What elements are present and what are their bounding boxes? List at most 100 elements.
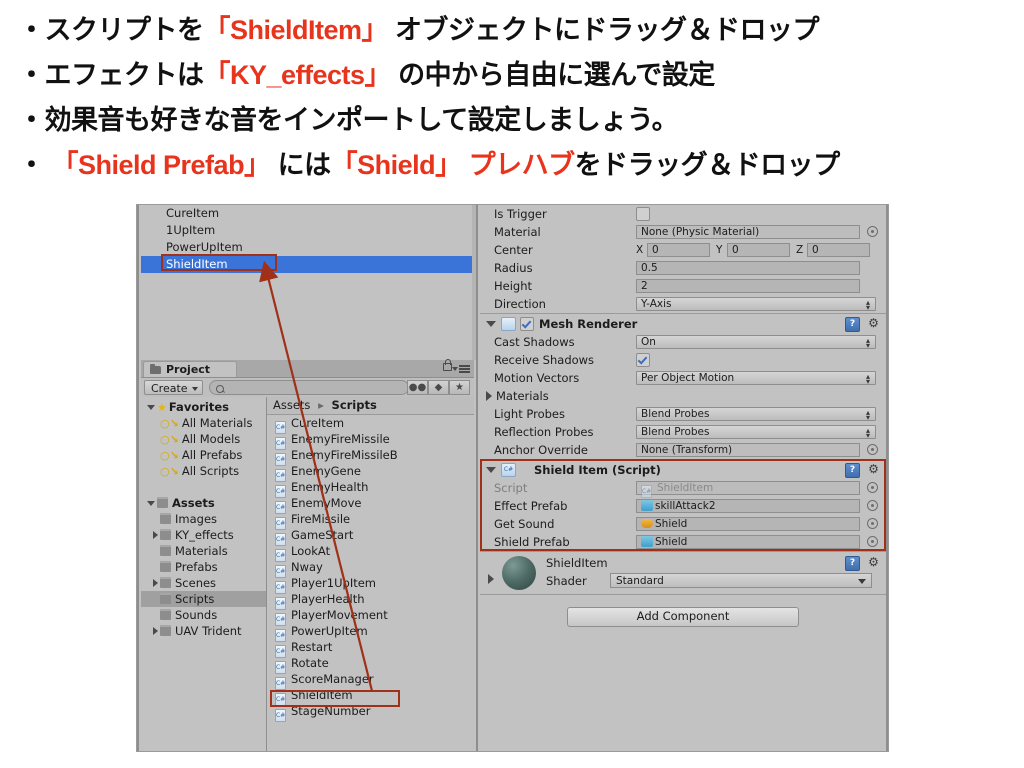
help-icon[interactable]: ? [845, 556, 860, 571]
project-folder-tree[interactable]: ★ Favorites ○↘ All Materials ○↘ All Models ○↘ A… [141, 397, 267, 751]
object-picker-icon[interactable] [867, 226, 878, 237]
vector3-z-input[interactable]: 0 [807, 243, 870, 257]
hierarchy-panel[interactable]: CureItem 1UpItem PowerUpItem ShieldItem [141, 205, 474, 360]
project-tree-item[interactable]: Materials [141, 543, 266, 559]
project-tree-label: Sounds [175, 608, 218, 622]
chevron-down-icon[interactable] [452, 367, 458, 371]
asset-list-item[interactable]: C# EnemyMove [267, 495, 474, 514]
inspector-object-field[interactable]: Shield [636, 535, 860, 549]
inspector-object-field[interactable]: None (Physic Material) [636, 225, 860, 239]
project-tree-item[interactable]: ○↘ All Scripts [141, 463, 266, 479]
mesh-renderer-icon [501, 316, 516, 331]
inspector-text-input[interactable]: 2 [636, 279, 860, 293]
asset-list-item[interactable]: C# Rotate [267, 655, 474, 674]
object-picker-icon[interactable] [867, 444, 878, 455]
asset-list-item[interactable]: C# Nway [267, 559, 474, 578]
foldout-triangle-icon[interactable] [147, 404, 155, 410]
hierarchy-item[interactable]: 1UpItem [141, 222, 474, 239]
add-component-button[interactable]: Add Component [567, 607, 799, 627]
asset-list-item[interactable]: C# CureItem [267, 415, 474, 434]
object-picker-icon[interactable] [867, 536, 878, 547]
inspector-object-field[interactable]: C# ShieldItem [636, 481, 860, 498]
filter-by-label-button[interactable]: ◆ [428, 380, 449, 395]
foldout-triangle-icon[interactable] [153, 626, 158, 635]
hamburger-menu-icon[interactable] [459, 365, 470, 373]
asset-list-item[interactable]: C# EnemyHealth [267, 479, 474, 498]
foldout-triangle-icon[interactable] [486, 391, 492, 401]
lock-icon[interactable] [443, 359, 452, 371]
asset-list-item[interactable]: C# LookAt [267, 543, 474, 562]
inspector-checkbox[interactable] [636, 207, 650, 221]
gear-icon[interactable]: ⚙ [867, 463, 880, 476]
help-icon[interactable]: ? [845, 317, 860, 332]
gear-icon[interactable]: ⚙ [867, 556, 880, 569]
project-tree-item[interactable]: Scenes [141, 575, 266, 591]
asset-list-item[interactable]: C# StageNumber [267, 703, 474, 722]
project-tree-item[interactable]: KY_effects [141, 527, 266, 543]
inspector-dropdown[interactable]: Blend Probes ▴ ▾ [636, 407, 876, 422]
object-picker-icon[interactable] [867, 500, 878, 511]
foldout-triangle-icon[interactable] [486, 320, 496, 327]
project-tree-item[interactable]: ★ Favorites [141, 399, 266, 415]
asset-list-item[interactable]: C# FireMissile [267, 511, 474, 530]
project-asset-list[interactable]: Assets ▸ Scripts C# CureItem C# EnemyFireMi… [267, 397, 474, 751]
project-tree-item[interactable]: UAV Trident [141, 623, 266, 639]
breadcrumb-root[interactable]: Assets [273, 398, 310, 412]
hierarchy-item[interactable]: PowerUpItem [141, 239, 474, 256]
hierarchy-item[interactable]: ShieldItem [141, 256, 474, 273]
foldout-triangle-icon[interactable] [153, 578, 158, 587]
project-search-input[interactable] [209, 380, 409, 395]
tab-project[interactable]: Project [143, 361, 238, 377]
inspector-object-field[interactable]: Shield [636, 517, 860, 531]
asset-list-item[interactable]: C# ShieldItem [267, 687, 474, 706]
object-picker-icon[interactable] [867, 518, 878, 529]
foldout-triangle-icon[interactable] [147, 500, 155, 506]
asset-list-item[interactable]: C# PlayerMovement [267, 607, 474, 626]
asset-list-item[interactable]: C# ScoreManager [267, 671, 474, 690]
vector3-x-input[interactable]: 0 [647, 243, 710, 257]
inspector-object-field[interactable]: skillAttack2 [636, 499, 860, 513]
create-button[interactable]: Create [144, 380, 203, 395]
inspector-dropdown[interactable]: On ▴ ▾ [636, 335, 876, 350]
foldout-triangle-icon[interactable] [488, 574, 494, 584]
component-header-mesh-renderer[interactable]: Mesh Renderer ? ⚙ [480, 313, 886, 333]
project-tree-item[interactable]: Assets [141, 495, 266, 511]
gear-icon[interactable]: ⚙ [867, 317, 880, 330]
project-tree-item[interactable]: ○↘ All Materials [141, 415, 266, 431]
project-tree-item[interactable]: ○↘ All Models [141, 431, 266, 447]
project-tree-item[interactable]: Scripts [141, 591, 266, 607]
asset-list-item[interactable]: C# PlayerHealth [267, 591, 474, 610]
hierarchy-item[interactable]: CureItem [141, 205, 474, 222]
vector3-y-input[interactable]: 0 [727, 243, 790, 257]
inspector-dropdown[interactable]: Blend Probes ▴ ▾ [636, 425, 876, 440]
inspector-dropdown[interactable]: Per Object Motion ▴ ▾ [636, 371, 876, 386]
favorite-filter-button[interactable]: ★ [449, 380, 470, 395]
shader-dropdown[interactable]: Standard [610, 573, 872, 588]
asset-list-item[interactable]: C# GameStart [267, 527, 474, 546]
inspector-object-field[interactable]: None (Transform) [636, 443, 860, 457]
project-tree-item[interactable]: Images [141, 511, 266, 527]
asset-list-item[interactable]: C# PowerUpItem [267, 623, 474, 642]
mesh-renderer-enabled-checkbox[interactable] [520, 316, 534, 331]
component-header-shield-item[interactable]: C# Shield Item (Script) ? ⚙ [480, 459, 886, 479]
asset-list-item[interactable]: C# EnemyGene [267, 463, 474, 482]
object-picker-icon[interactable] [867, 482, 878, 493]
asset-list-item[interactable]: C# Player1UpItem [267, 575, 474, 594]
inspector-text-input[interactable]: 0.5 [636, 261, 860, 275]
inspector-checkbox[interactable] [636, 353, 650, 367]
foldout-triangle-icon[interactable] [153, 530, 158, 539]
asset-list-item[interactable]: C# EnemyFireMissileB [267, 447, 474, 466]
foldout-triangle-icon[interactable] [486, 466, 496, 473]
help-icon[interactable]: ? [845, 463, 860, 478]
project-tree-item[interactable]: ○↘ All Prefabs [141, 447, 266, 463]
inspector-dropdown[interactable]: Y-Axis ▴ ▾ [636, 297, 876, 312]
project-tree-item[interactable]: Sounds [141, 607, 266, 623]
asset-list-item[interactable]: C# Restart [267, 639, 474, 658]
asset-list-item[interactable]: C# EnemyFireMissile [267, 431, 474, 450]
cs-script-icon: C# [275, 469, 286, 482]
hierarchy-scrollbar[interactable] [472, 205, 476, 360]
filter-by-type-button[interactable]: ●● [407, 380, 428, 395]
asset-label: StageNumber [291, 704, 371, 718]
vector3-field[interactable]: X0Y0Z0 [636, 243, 876, 257]
project-tree-item[interactable]: Prefabs [141, 559, 266, 575]
